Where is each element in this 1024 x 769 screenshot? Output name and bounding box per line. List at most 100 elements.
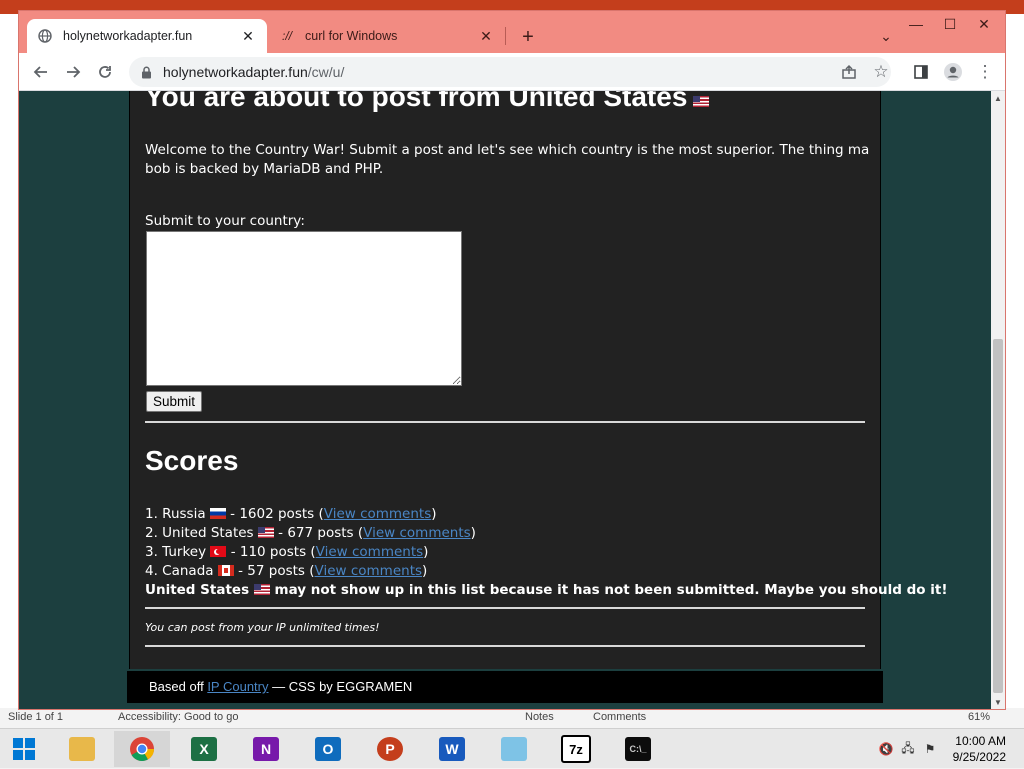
view-comments-link-russia[interactable]: View comments xyxy=(324,506,432,522)
tab-curl-for-windows[interactable]: :// curl for Windows ✕ xyxy=(269,19,505,53)
network-icon[interactable]: 🖧 xyxy=(900,741,916,757)
accessibility-status[interactable]: Accessibility: Good to go xyxy=(118,711,238,723)
onenote-taskbar-icon[interactable]: N xyxy=(238,731,294,767)
score-row-russia: 1. Russia - 1602 posts (View comments) xyxy=(145,505,947,524)
menu-kebab-icon[interactable]: ⋮ xyxy=(973,60,997,84)
page-footer: Based off IP Country — CSS by EGGRAMEN xyxy=(127,671,883,703)
scroll-down-arrow-icon[interactable]: ▼ xyxy=(991,695,1005,709)
page-viewport: You are about to post from United States… xyxy=(19,91,991,709)
tab-search-chevron-icon[interactable]: ⌄ xyxy=(875,25,897,47)
score-count: - 110 posts ( xyxy=(226,544,316,560)
folder-icon xyxy=(69,737,95,761)
scroll-up-arrow-icon[interactable]: ▲ xyxy=(991,91,1005,105)
clock-date: 9/25/2022 xyxy=(952,750,1006,764)
submit-label: Submit to your country: xyxy=(145,213,305,229)
scores-heading: Scores xyxy=(145,445,239,476)
word-taskbar-icon[interactable]: W xyxy=(424,731,480,767)
outlook-icon: O xyxy=(315,737,341,761)
score-suffix: ) xyxy=(470,525,476,541)
view-comments-link-turkey[interactable]: View comments xyxy=(316,544,424,560)
reload-icon[interactable] xyxy=(93,60,117,84)
close-tab-icon[interactable]: ✕ xyxy=(477,27,495,45)
submit-button[interactable]: Submit xyxy=(146,391,203,412)
notepad-taskbar-icon[interactable] xyxy=(486,731,542,767)
ip-country-link[interactable]: IP Country xyxy=(207,679,268,694)
action-center-flag-icon[interactable]: ⚑ xyxy=(922,741,938,757)
tab-strip: holynetworkadapter.fun ✕ :// curl for Wi… xyxy=(19,11,1005,53)
browser-window: holynetworkadapter.fun ✕ :// curl for Wi… xyxy=(18,10,1006,710)
outlook-taskbar-icon[interactable]: O xyxy=(300,731,356,767)
file-explorer-taskbar-icon[interactable] xyxy=(54,731,110,767)
windows-logo-icon xyxy=(13,738,35,760)
notes-button[interactable]: Notes xyxy=(525,711,554,723)
us-flag-icon xyxy=(693,96,710,107)
intro-paragraph: Welcome to the Country War! Submit a pos… xyxy=(145,142,870,177)
word-icon: W xyxy=(439,737,465,761)
profile-avatar-icon[interactable] xyxy=(941,60,965,84)
globe-icon xyxy=(37,28,53,44)
view-comments-link-canada[interactable]: View comments xyxy=(315,563,423,579)
volume-muted-icon[interactable]: 🔇 xyxy=(878,741,894,757)
tab-title: curl for Windows xyxy=(305,29,398,43)
scores-list: 1. Russia - 1602 posts (View comments) 2… xyxy=(145,505,947,600)
forward-arrow-icon[interactable] xyxy=(61,60,85,84)
turkey-flag-icon xyxy=(210,546,227,557)
not-listed-notice: United States may not show up in this li… xyxy=(145,581,947,600)
close-tab-icon[interactable]: ✕ xyxy=(239,27,257,45)
content-panel: You are about to post from United States… xyxy=(129,91,947,669)
notice-country: United States xyxy=(145,582,250,598)
chrome-taskbar-icon[interactable] xyxy=(114,731,170,767)
cmd-taskbar-icon[interactable]: C:\_ xyxy=(610,731,666,767)
footer-prefix: Based off xyxy=(149,679,208,694)
score-row-united-states: 2. United States - 677 posts (View comme… xyxy=(145,524,947,543)
view-comments-link-united-states[interactable]: View comments xyxy=(363,525,471,541)
page-title-text: You are about to post from United States xyxy=(145,91,688,112)
score-country: 4. Canada xyxy=(145,563,214,579)
scrollbar-thumb[interactable] xyxy=(993,339,1003,693)
command-prompt-icon: C:\_ xyxy=(625,737,651,761)
zoom-level[interactable]: 61% xyxy=(968,711,990,723)
background-app-statusbar: Slide 1 of 1 Accessibility: Good to go N… xyxy=(0,708,1024,728)
divider xyxy=(145,607,865,609)
clock-time: 10:00 AM xyxy=(955,734,1006,748)
tab-holynetworkadapter[interactable]: holynetworkadapter.fun ✕ xyxy=(27,19,267,53)
footer-credit: — CSS by EGGRAMEN xyxy=(268,679,413,694)
score-country: 1. Russia xyxy=(145,506,206,522)
background-app-left-pane xyxy=(0,14,19,714)
us-flag-icon xyxy=(253,584,270,595)
score-count: - 677 posts ( xyxy=(273,525,364,541)
url-host: holynetworkadapter.fun xyxy=(163,64,308,80)
windows-taskbar: X N O P W 7z C:\_ 🔇 🖧 ⚑ 10:00 AM 9/25/20… xyxy=(0,728,1024,768)
url-text: holynetworkadapter.fun/cw/u/ xyxy=(163,64,344,80)
maximize-button[interactable]: ☐ xyxy=(933,11,967,37)
score-country: 3. Turkey xyxy=(145,544,207,560)
new-tab-button[interactable]: + xyxy=(516,25,540,49)
post-textarea[interactable] xyxy=(146,231,462,386)
taskbar-clock[interactable]: 10:00 AM 9/25/2022 xyxy=(953,733,1006,765)
back-arrow-icon[interactable] xyxy=(29,60,53,84)
vertical-scrollbar[interactable]: ▲ ▼ xyxy=(991,91,1005,709)
score-country: 2. United States xyxy=(145,525,254,541)
page-title: You are about to post from United States xyxy=(145,91,710,113)
browser-toolbar: holynetworkadapter.fun/cw/u/ ☆ ⋮ xyxy=(19,53,1005,91)
tab-separator xyxy=(505,27,506,45)
7zip-icon: 7z xyxy=(561,735,591,763)
excel-taskbar-icon[interactable]: X xyxy=(176,731,232,767)
lock-icon[interactable] xyxy=(141,65,155,79)
bookmark-star-icon[interactable]: ☆ xyxy=(869,60,893,84)
7zip-taskbar-icon[interactable]: 7z xyxy=(548,731,604,767)
notice-text: may not show up in this list because it … xyxy=(269,582,948,598)
address-bar[interactable]: holynetworkadapter.fun/cw/u/ xyxy=(129,57,891,87)
side-panel-icon[interactable] xyxy=(909,60,933,84)
score-suffix: ) xyxy=(423,544,429,560)
divider xyxy=(145,421,865,423)
share-icon[interactable] xyxy=(837,60,861,84)
minimize-button[interactable]: — xyxy=(899,11,933,37)
start-button[interactable] xyxy=(0,729,48,769)
score-count: - 57 posts ( xyxy=(233,563,315,579)
us-flag-icon xyxy=(257,527,274,538)
score-row-canada: 4. Canada - 57 posts (View comments) xyxy=(145,562,947,581)
comments-button[interactable]: Comments xyxy=(593,711,646,723)
powerpoint-taskbar-icon[interactable]: P xyxy=(362,731,418,767)
close-window-button[interactable]: ✕ xyxy=(967,11,1001,37)
